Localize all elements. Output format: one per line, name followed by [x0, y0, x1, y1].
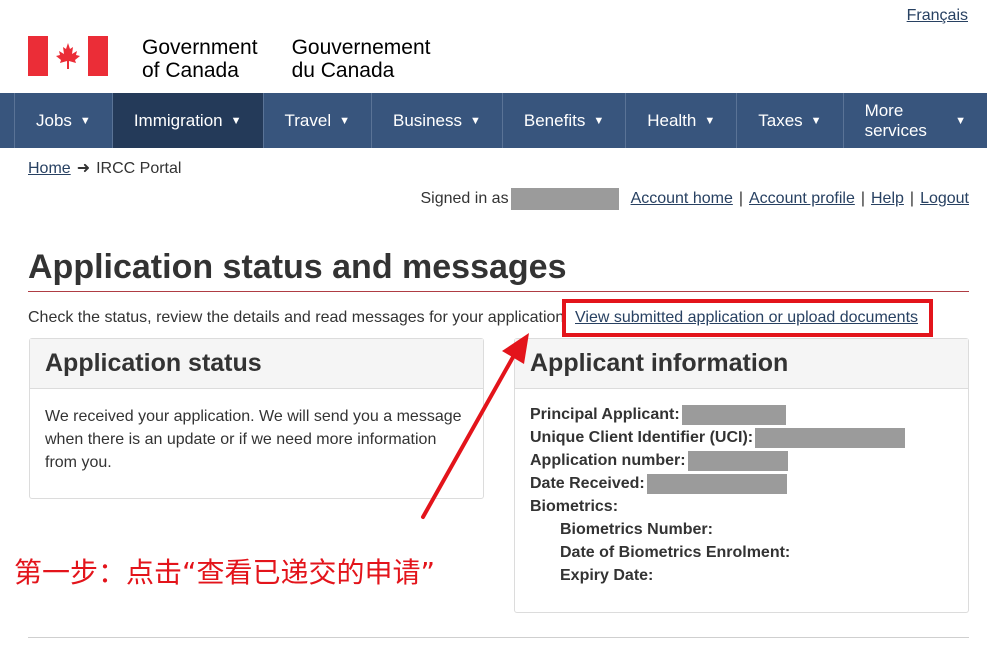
annotation-instruction-text: 第一步：点击“查看已递交的申请”: [14, 556, 436, 589]
bottom-divider: [28, 637, 969, 638]
